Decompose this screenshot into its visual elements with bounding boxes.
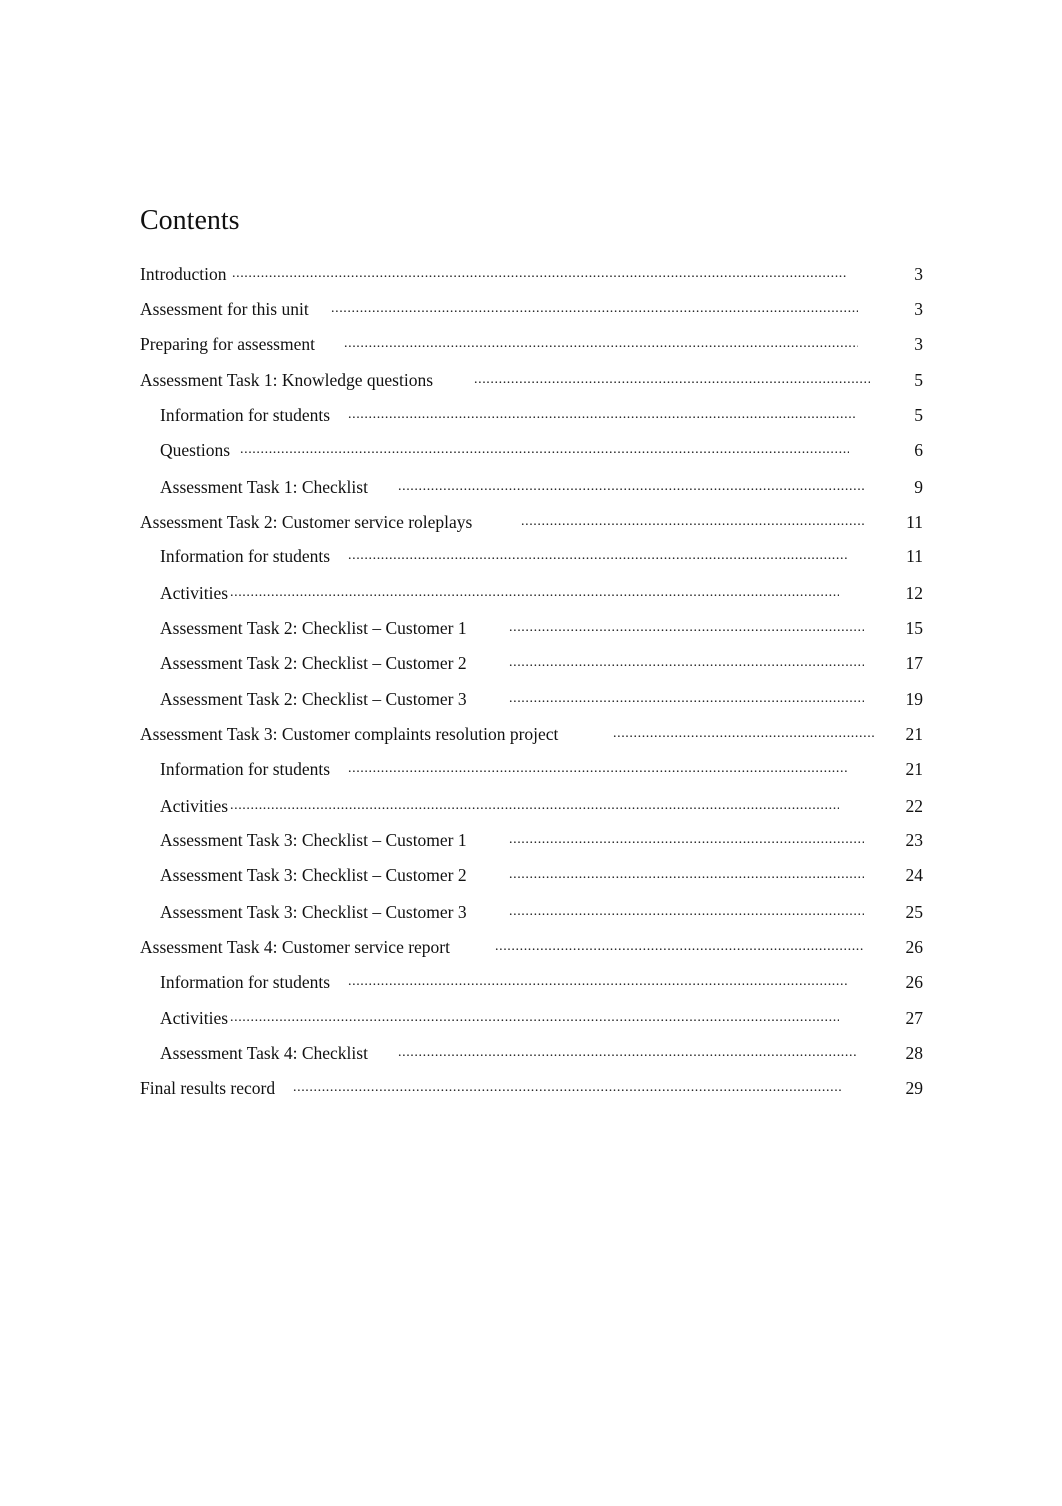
toc-entry-label[interactable]: Assessment Task 2: Checklist – Customer …	[160, 616, 467, 640]
toc-entry[interactable]: Information for students................…	[0, 403, 1062, 427]
toc-entry-label[interactable]: Assessment Task 3: Customer complaints r…	[140, 722, 558, 746]
toc-entry-label[interactable]: Assessment Task 2: Checklist – Customer …	[160, 651, 467, 675]
toc-dot-leader: ........................................…	[293, 1080, 843, 1095]
toc-page-number[interactable]: 21	[906, 722, 924, 746]
toc-dot-leader: ........................................…	[495, 939, 863, 954]
toc-entry[interactable]: Questions...............................…	[0, 438, 1062, 462]
toc-dot-leader: ........................................…	[348, 548, 848, 563]
toc-entry[interactable]: Assessment Task 1: Checklist............…	[0, 475, 1062, 499]
toc-dot-leader: ........................................…	[348, 974, 848, 989]
toc-entry-label[interactable]: Activities	[160, 581, 228, 605]
toc-page-number[interactable]: 11	[906, 510, 923, 534]
toc-page-number[interactable]: 21	[906, 757, 924, 781]
toc-dot-leader: ........................................…	[509, 867, 864, 882]
toc-dot-leader: ........................................…	[232, 266, 846, 281]
toc-entry-label[interactable]: Assessment Task 1: Knowledge questions	[140, 368, 433, 392]
toc-entry-label[interactable]: Activities	[160, 794, 228, 818]
toc-dot-leader: ........................................…	[344, 336, 858, 351]
toc-entry[interactable]: Activities..............................…	[0, 794, 1062, 818]
toc-entry-label[interactable]: Assessment for this unit	[140, 297, 309, 321]
toc-entry[interactable]: Final results record....................…	[0, 1076, 1062, 1100]
toc-entry[interactable]: Assessment Task 3: Checklist – Customer …	[0, 863, 1062, 887]
toc-entry[interactable]: Assessment Task 2: Checklist – Customer …	[0, 687, 1062, 711]
toc-dot-leader: ........................................…	[509, 832, 864, 847]
toc-page-number[interactable]: 19	[906, 687, 924, 711]
toc-entry-label[interactable]: Assessment Task 3: Checklist – Customer …	[160, 863, 467, 887]
toc-dot-leader: ........................................…	[348, 761, 848, 776]
toc-entry-label[interactable]: Information for students	[160, 403, 330, 427]
toc-entry[interactable]: Assessment Task 1: Knowledge questions..…	[0, 368, 1062, 392]
toc-dot-leader: ........................................…	[509, 691, 864, 706]
toc-entry-label[interactable]: Information for students	[160, 970, 330, 994]
toc-page-number[interactable]: 24	[906, 863, 924, 887]
toc-entry-label[interactable]: Preparing for assessment	[140, 332, 315, 356]
toc-page-number[interactable]: 28	[906, 1041, 924, 1065]
toc-page-number[interactable]: 5	[914, 403, 923, 427]
toc-dot-leader: ........................................…	[509, 904, 864, 919]
toc-page-number[interactable]: 29	[906, 1076, 924, 1100]
toc-entry[interactable]: Assessment Task 3: Checklist – Customer …	[0, 900, 1062, 924]
toc-entry-label[interactable]: Assessment Task 3: Checklist – Customer …	[160, 900, 467, 924]
toc-page-number[interactable]: 22	[906, 794, 924, 818]
toc-entry[interactable]: Introduction............................…	[0, 262, 1062, 286]
toc-page-number[interactable]: 15	[906, 616, 924, 640]
document-page: Contents Introduction...................…	[0, 0, 1062, 1506]
toc-entry[interactable]: Activities..............................…	[0, 581, 1062, 605]
toc-dot-leader: ........................................…	[230, 585, 839, 600]
toc-entry-label[interactable]: Information for students	[160, 757, 330, 781]
toc-page-number[interactable]: 5	[914, 368, 923, 392]
toc-entry-label[interactable]: Assessment Task 4: Customer service repo…	[140, 935, 450, 959]
toc-entry-label[interactable]: Activities	[160, 1006, 228, 1030]
toc-page-number[interactable]: 11	[906, 544, 923, 568]
toc-page-number[interactable]: 25	[906, 900, 924, 924]
toc-dot-leader: ........................................…	[509, 655, 864, 670]
toc-page-number[interactable]: 26	[906, 935, 924, 959]
toc-entry[interactable]: Information for students................…	[0, 970, 1062, 994]
toc-entry[interactable]: Assessment Task 3: Checklist – Customer …	[0, 828, 1062, 852]
toc-dot-leader: ........................................…	[474, 372, 870, 387]
toc-page-number[interactable]: 23	[906, 828, 924, 852]
toc-entry[interactable]: Information for students................…	[0, 757, 1062, 781]
toc-page-number[interactable]: 12	[906, 581, 924, 605]
toc-entry-label[interactable]: Assessment Task 4: Checklist	[160, 1041, 368, 1065]
toc-dot-leader: ........................................…	[521, 514, 865, 529]
toc-dot-leader: ........................................…	[230, 798, 839, 813]
toc-entry[interactable]: Preparing for assessment................…	[0, 332, 1062, 356]
toc-dot-leader: ........................................…	[398, 479, 865, 494]
toc-entry-label[interactable]: Assessment Task 2: Checklist – Customer …	[160, 687, 467, 711]
toc-page-number[interactable]: 27	[906, 1006, 924, 1030]
toc-entry-label[interactable]: Final results record	[140, 1076, 275, 1100]
toc-entry-label[interactable]: Introduction	[140, 262, 227, 286]
toc-entry-label[interactable]: Information for students	[160, 544, 330, 568]
toc-entry[interactable]: Activities..............................…	[0, 1006, 1062, 1030]
toc-entry[interactable]: Information for students................…	[0, 544, 1062, 568]
toc-dot-leader: ........................................…	[398, 1045, 857, 1060]
toc-dot-leader: ........................................…	[348, 407, 857, 422]
toc-entry[interactable]: Assessment Task 4: Customer service repo…	[0, 935, 1062, 959]
toc-dot-leader: ........................................…	[230, 1010, 839, 1025]
toc-page-number[interactable]: 17	[906, 651, 924, 675]
toc-dot-leader: ........................................…	[331, 301, 858, 316]
toc-entry-label[interactable]: Assessment Task 1: Checklist	[160, 475, 368, 499]
toc-entry[interactable]: Assessment Task 2: Checklist – Customer …	[0, 616, 1062, 640]
toc-entry-label[interactable]: Assessment Task 3: Checklist – Customer …	[160, 828, 467, 852]
toc-dot-leader: ........................................…	[613, 726, 874, 741]
toc-entry[interactable]: Assessment Task 2: Checklist – Customer …	[0, 651, 1062, 675]
toc-entry[interactable]: Assessment Task 2: Customer service role…	[0, 510, 1062, 534]
toc-dot-leader: ........................................…	[509, 620, 864, 635]
toc-dot-leader: ........................................…	[240, 442, 849, 457]
toc-page-number[interactable]: 3	[914, 332, 923, 356]
toc-entry[interactable]: Assessment Task 3: Customer complaints r…	[0, 722, 1062, 746]
toc-page-number[interactable]: 3	[914, 297, 923, 321]
contents-heading: Contents	[140, 205, 240, 236]
toc-entry-label[interactable]: Assessment Task 2: Customer service role…	[140, 510, 472, 534]
toc-page-number[interactable]: 26	[906, 970, 924, 994]
toc-page-number[interactable]: 6	[914, 438, 923, 462]
toc-entry[interactable]: Assessment for this unit................…	[0, 297, 1062, 321]
toc-entry-label[interactable]: Questions	[160, 438, 230, 462]
toc-page-number[interactable]: 3	[914, 262, 923, 286]
toc-page-number[interactable]: 9	[914, 475, 923, 499]
toc-entry[interactable]: Assessment Task 4: Checklist............…	[0, 1041, 1062, 1065]
